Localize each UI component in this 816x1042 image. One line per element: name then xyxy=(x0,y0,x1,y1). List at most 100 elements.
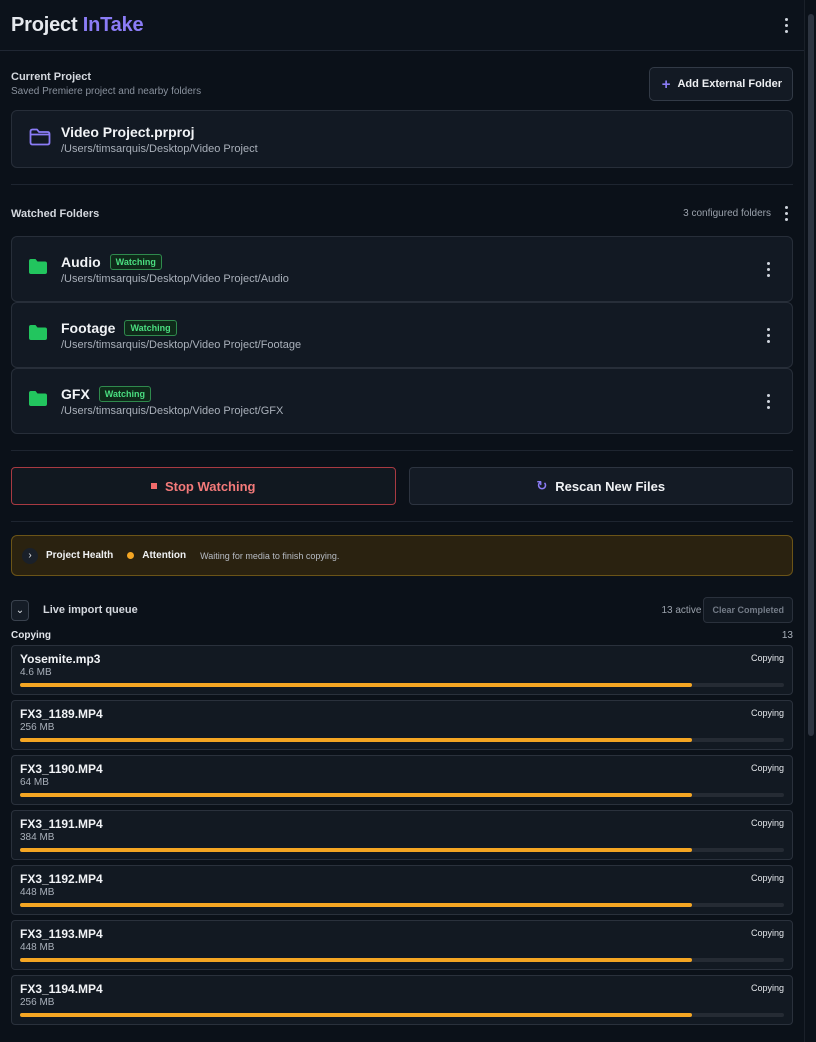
queue-item-progress-fill xyxy=(20,793,693,797)
scrollbar[interactable] xyxy=(804,0,816,1042)
folder-path: /Users/timsarquis/Desktop/Video Project/… xyxy=(61,338,302,351)
queue-item-progress-bar xyxy=(20,793,784,797)
project-health-message: Waiting for media to finish copying. xyxy=(200,550,340,561)
app-title-accent: InTake xyxy=(82,13,144,36)
queue-item-size: 448 MB xyxy=(20,887,55,898)
scrollbar-thumb[interactable] xyxy=(808,14,814,736)
queue-item-progress-fill xyxy=(20,738,693,742)
queue-item-progress-bar xyxy=(20,738,784,742)
queue-item[interactable]: FX3_1190.MP4 64 MB Copying xyxy=(11,755,793,805)
folder-name: Footage xyxy=(61,319,116,336)
queue-item-status: Copying xyxy=(750,873,784,883)
divider xyxy=(11,521,793,522)
project-name: Video Project.prproj xyxy=(61,123,195,140)
queue-item-status: Copying xyxy=(750,928,784,938)
queue-item[interactable]: FX3_1189.MP4 256 MB Copying xyxy=(11,700,793,750)
app-header: Project InTake xyxy=(0,0,804,51)
queue-item-progress-bar xyxy=(20,683,784,687)
folder-outline-icon xyxy=(29,128,51,151)
queue-item-status: Copying xyxy=(750,653,784,663)
import-queue-list: Yosemite.mp3 4.6 MB Copying FX3_1189.MP4 256… xyxy=(0,645,804,1025)
watched-folders-title: Watched Folders xyxy=(11,207,100,220)
project-path: /Users/timsarquis/Desktop/Video Project xyxy=(61,142,258,155)
watched-folders-header: Watched Folders 3 configured folders xyxy=(0,206,804,221)
queue-item-size: 256 MB xyxy=(20,722,55,733)
queue-item[interactable]: FX3_1192.MP4 448 MB Copying xyxy=(11,865,793,915)
stop-watching-label: Stop Watching xyxy=(164,478,256,494)
watched-folder-item[interactable]: GFX Watching /Users/timsarquis/Desktop/V… xyxy=(11,368,793,434)
chevron-right-icon[interactable]: › xyxy=(22,547,38,564)
queue-item-size: 384 MB xyxy=(20,832,55,843)
queue-item-progress-bar xyxy=(20,848,784,852)
queue-item-size: 64 MB xyxy=(20,777,49,788)
queue-item-progress-bar xyxy=(20,1013,784,1017)
clear-completed-label: Clear Completed xyxy=(712,605,784,615)
queue-item-status: Copying xyxy=(750,763,784,773)
plus-icon: + xyxy=(661,75,671,93)
clear-completed-button[interactable]: Clear Completed xyxy=(703,597,793,623)
queue-item[interactable]: FX3_1194.MP4 256 MB Copying xyxy=(11,975,793,1025)
copying-group-count: 13 xyxy=(781,630,793,641)
folder-icon xyxy=(29,325,47,345)
stop-watching-button[interactable]: Stop Watching xyxy=(11,467,396,505)
copying-group-title: Copying xyxy=(11,630,51,641)
queue-item-name: FX3_1191.MP4 xyxy=(20,817,103,831)
queue-item-size: 448 MB xyxy=(20,942,55,953)
project-health-banner: › Project Health Attention Waiting for m… xyxy=(11,535,793,576)
app-title: Project InTake xyxy=(11,13,144,37)
import-queue-title: Live import queue xyxy=(43,604,138,616)
folder-icon xyxy=(29,391,47,411)
current-project-subtitle: Saved Premiere project and nearby folder… xyxy=(11,86,202,97)
queue-item-status: Copying xyxy=(750,983,784,993)
refresh-icon: ↻ xyxy=(536,478,548,493)
project-health-title: Project Health xyxy=(46,550,114,561)
queue-item-status: Copying xyxy=(750,818,784,828)
folder-icon xyxy=(29,259,47,279)
add-external-folder-button[interactable]: + Add External Folder xyxy=(648,67,793,101)
watched-folder-item[interactable]: Audio Watching /Users/timsarquis/Desktop… xyxy=(11,236,793,302)
project-card[interactable]: Video Project.prproj /Users/timsarquis/D… xyxy=(11,110,793,168)
watched-folders-menu-icon[interactable] xyxy=(779,206,793,221)
queue-item-name: FX3_1189.MP4 xyxy=(20,707,103,721)
queue-item[interactable]: Yosemite.mp3 4.6 MB Copying xyxy=(11,645,793,695)
folder-name: GFX xyxy=(61,385,90,402)
queue-item-progress-bar xyxy=(20,958,784,962)
folder-menu-icon[interactable] xyxy=(761,327,775,343)
rescan-new-files-label: Rescan New Files xyxy=(555,478,666,494)
divider xyxy=(11,184,793,185)
watching-badge: Watching xyxy=(98,385,151,402)
queue-item-name: FX3_1192.MP4 xyxy=(20,872,103,886)
watching-badge: Watching xyxy=(109,253,162,270)
watched-folder-item[interactable]: Footage Watching /Users/timsarquis/Deskt… xyxy=(11,302,793,368)
queue-item-name: Yosemite.mp3 xyxy=(20,652,101,666)
queue-item-progress-fill xyxy=(20,1013,693,1017)
folder-menu-icon[interactable] xyxy=(761,261,775,277)
queue-item[interactable]: FX3_1191.MP4 384 MB Copying xyxy=(11,810,793,860)
divider xyxy=(11,450,793,451)
add-external-folder-label: Add External Folder xyxy=(677,78,782,90)
import-queue-header: ⌄ Live import queue 13 active Clear Comp… xyxy=(0,597,804,623)
chevron-down-icon[interactable]: ⌄ xyxy=(11,599,29,621)
current-project-header: Current Project Saved Premiere project a… xyxy=(0,67,804,101)
header-menu-icon[interactable] xyxy=(779,17,793,33)
watched-folder-list: Audio Watching /Users/timsarquis/Desktop… xyxy=(0,236,804,434)
folder-menu-icon[interactable] xyxy=(761,393,775,409)
queue-item-progress-bar xyxy=(20,903,784,907)
queue-item-name: FX3_1194.MP4 xyxy=(20,982,103,996)
stop-icon xyxy=(150,483,157,489)
folder-name: Audio xyxy=(61,253,101,270)
queue-item[interactable]: FX3_1193.MP4 448 MB Copying xyxy=(11,920,793,970)
queue-item-status: Copying xyxy=(750,708,784,718)
app-window: Project InTake Current Project Saved Pre… xyxy=(0,0,804,1042)
queue-item-progress-fill xyxy=(20,903,693,907)
current-project-title: Current Project xyxy=(11,71,92,83)
rescan-new-files-button[interactable]: ↻ Rescan New Files xyxy=(408,467,793,505)
folder-path: /Users/timsarquis/Desktop/Video Project/… xyxy=(61,404,284,417)
watch-actions: Stop Watching ↻ Rescan New Files xyxy=(0,467,804,505)
queue-item-progress-fill xyxy=(20,848,693,852)
app-title-main: Project xyxy=(11,13,78,36)
queue-item-progress-fill xyxy=(20,683,693,687)
copying-group-header: Copying 13 xyxy=(0,630,804,641)
queue-item-name: FX3_1190.MP4 xyxy=(20,762,103,776)
queue-item-size: 256 MB xyxy=(20,997,55,1008)
